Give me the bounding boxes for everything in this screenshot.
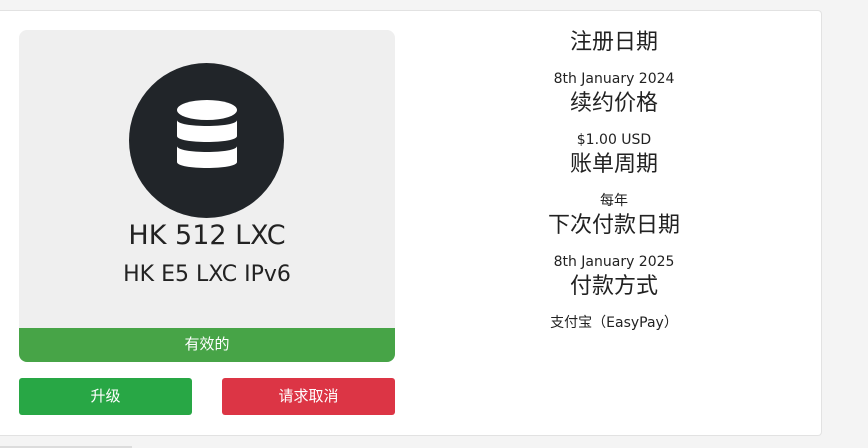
payment-method-value: 支付宝（EasyPay） [550, 315, 678, 331]
renewal-price-block: 续约价格 $1.00 USD [443, 89, 785, 150]
billing-cycle-value: 每年 [600, 193, 628, 209]
database-icon [129, 63, 284, 218]
payment-method-label: 付款方式 [569, 274, 658, 299]
renewal-price-label: 续约价格 [569, 91, 658, 116]
product-group: HK E5 LXC IPv6 [123, 262, 291, 287]
payment-method-block: 付款方式 支付宝（EasyPay） [443, 272, 785, 333]
next-due-date-label: 下次付款日期 [547, 213, 680, 238]
registration-date-value: 8th January 2024 [553, 71, 675, 87]
billing-cycle-label: 账单周期 [569, 152, 658, 177]
billing-cycle-block: 账单周期 每年 [443, 150, 785, 211]
status-badge: 有效的 [19, 324, 395, 362]
request-cancellation-button[interactable]: 请求取消 [222, 378, 395, 415]
next-due-date-block: 下次付款日期 8th January 2025 [443, 211, 785, 272]
registration-date-block: 注册日期 8th January 2024 [443, 28, 785, 89]
registration-date-label: 注册日期 [569, 30, 658, 55]
product-card: HK 512 LXC HK E5 LXC IPv6 [19, 30, 395, 328]
next-due-date-value: 8th January 2025 [553, 254, 675, 270]
upgrade-button[interactable]: 升级 [19, 378, 192, 415]
renewal-price-value: $1.00 USD [576, 132, 652, 148]
product-name: HK 512 LXC [128, 220, 286, 251]
billing-info: 注册日期 8th January 2024 续约价格 $1.00 USD 账单周… [443, 28, 785, 333]
